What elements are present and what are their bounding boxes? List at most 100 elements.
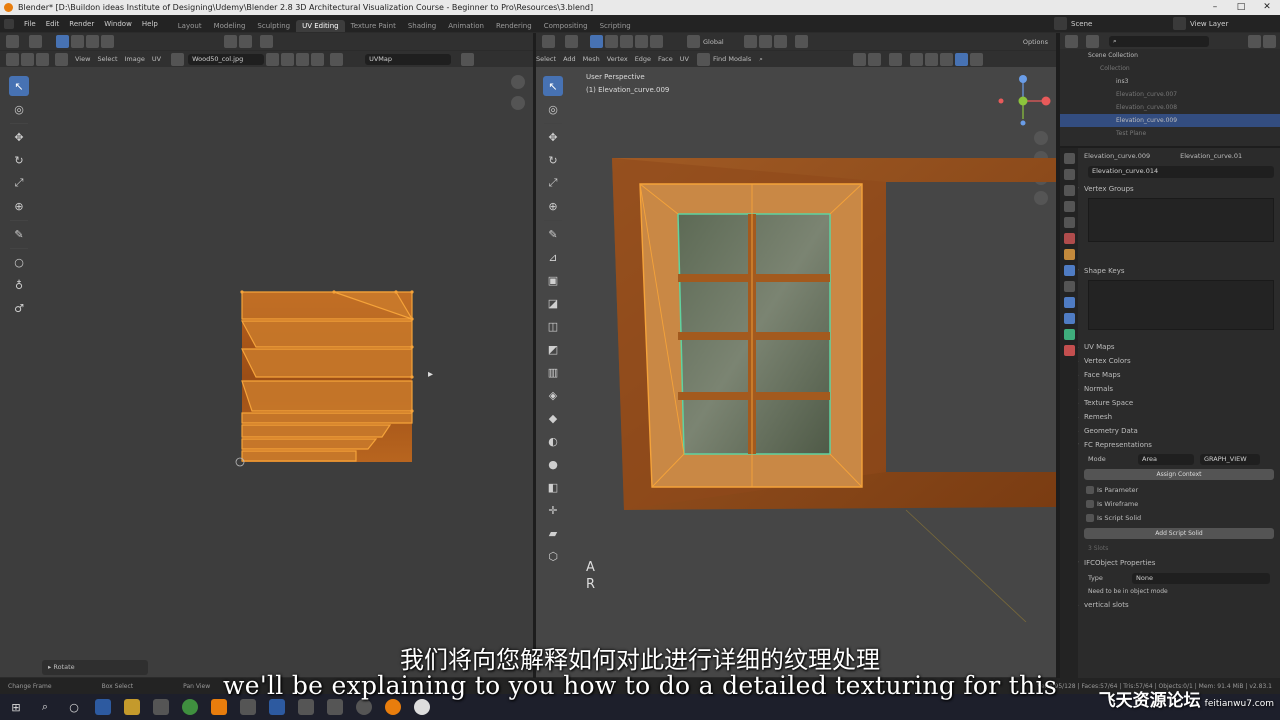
taskbar-app-icon-7[interactable] — [327, 699, 343, 715]
navigation-gizmo[interactable] — [991, 73, 1051, 133]
panel-vertex-groups[interactable]: Vertex Groups — [1060, 182, 1280, 196]
outliner-filter-icon[interactable] — [1248, 34, 1261, 48]
is-parameter-checkbox[interactable]: Is Parameter — [1060, 483, 1280, 497]
tab-uv-editing[interactable]: UV Editing — [296, 20, 345, 32]
menu-file[interactable]: File — [24, 20, 36, 28]
tab-tool-icon[interactable] — [1063, 153, 1075, 164]
vp-tool-smooth[interactable]: ● — [543, 454, 563, 474]
vp-tool-move[interactable]: ✥ — [543, 127, 563, 147]
vp-tool-measure[interactable]: ⊿ — [543, 247, 563, 267]
panel-fc-representations[interactable]: FC Representations — [1060, 438, 1280, 452]
menu-window[interactable]: Window — [104, 20, 132, 28]
tab-output-icon[interactable] — [1063, 185, 1075, 196]
vp-menu-uv[interactable]: UV — [680, 55, 689, 63]
uv-tool-scale[interactable]: ⤢ — [9, 173, 29, 193]
blender-taskbar-icon[interactable] — [385, 699, 401, 715]
windows-start-icon[interactable]: ⊞ — [8, 699, 24, 715]
image-open-icon[interactable] — [296, 52, 310, 66]
uv-tool-transform[interactable]: ⊕ — [9, 196, 29, 216]
panel-vertex-colors[interactable]: Vertex Colors — [1060, 354, 1280, 368]
tab-particles-icon[interactable] — [1063, 281, 1075, 292]
uv-zoom-icon[interactable] — [511, 75, 525, 89]
uv-tool-relax[interactable]: ♁ — [9, 275, 29, 295]
vp-menu-mesh[interactable]: Mesh — [583, 55, 600, 63]
vp-tool-spin[interactable]: ◐ — [543, 431, 563, 451]
tab-modeling[interactable]: Modeling — [208, 20, 252, 32]
tab-texture-paint[interactable]: Texture Paint — [345, 20, 402, 32]
outliner-row[interactable]: ins3 — [1060, 75, 1280, 88]
viewport-canvas[interactable]: ↖ ◎ ✥ ↻ ⤢ ⊕ ✎ ⊿ ▣ ◪ ◫ ◩ ▥ ◈ ◆ ◐ ● ◧ ✛ ▰ … — [536, 67, 1056, 677]
uv-select-mode-icon[interactable] — [36, 52, 49, 66]
panel-texture-space[interactable]: Texture Space — [1060, 396, 1280, 410]
find-modals-button[interactable]: Find Modals — [713, 55, 751, 63]
select-new-icon[interactable] — [590, 35, 603, 48]
vp-tool-edge-slide[interactable]: ◧ — [543, 477, 563, 497]
uv-islands-graphic[interactable] — [230, 285, 420, 470]
properties-object-name[interactable]: Elevation_curve.009 — [1084, 152, 1150, 160]
vp-tool-knife[interactable]: ◈ — [543, 385, 563, 405]
taskbar-app-icon-1[interactable] — [95, 699, 111, 715]
close-button[interactable]: ✕ — [1254, 0, 1280, 15]
tab-view-layer-icon[interactable] — [1063, 201, 1075, 212]
vp-tool-shrink[interactable]: ✛ — [543, 500, 563, 520]
maximize-button[interactable]: □ — [1228, 0, 1254, 15]
tab-render-icon[interactable] — [1063, 169, 1075, 180]
viewport-visibility-icon[interactable] — [852, 52, 866, 66]
uv-sticky-icon[interactable] — [55, 52, 68, 66]
viewport-editor-type-icon[interactable] — [542, 35, 555, 48]
image-name-field[interactable]: Wood50_col.jpg — [188, 53, 265, 65]
tab-data-icon[interactable] — [1063, 329, 1075, 340]
uv-face-mode-icon[interactable] — [86, 35, 99, 48]
viewport-gizmo-icon[interactable] — [867, 52, 881, 66]
tab-physics-icon[interactable] — [1063, 297, 1075, 308]
assign-context-button[interactable]: Assign Context — [1084, 469, 1274, 480]
image-unlink-icon[interactable] — [311, 52, 325, 66]
tab-sculpting[interactable]: Sculpting — [251, 20, 296, 32]
vertex-groups-list[interactable] — [1088, 198, 1274, 242]
properties-object-name-right[interactable]: Elevation_curve.01 — [1180, 152, 1242, 160]
xray-icon[interactable] — [909, 52, 923, 66]
is-wireframe-checkbox[interactable]: Is Wireframe — [1060, 497, 1280, 511]
vp-tool-rip[interactable]: ⬡ — [543, 546, 563, 566]
taskbar-app-icon-5[interactable] — [269, 699, 285, 715]
tab-modifier-icon[interactable] — [1063, 265, 1075, 276]
uv-tool-rotate[interactable]: ↻ — [9, 150, 29, 170]
editor-type-icon[interactable] — [6, 35, 19, 48]
vp-menu-vertex[interactable]: Vertex — [607, 55, 628, 63]
tab-compositing[interactable]: Compositing — [538, 20, 594, 32]
menu-edit[interactable]: Edit — [46, 20, 60, 28]
vp-tool-bevel[interactable]: ◩ — [543, 339, 563, 359]
uv-editor-canvas[interactable]: ↖ ◎ ✥ ↻ ⤢ ⊕ ✎ ○ ♁ ♂ ▸ ▸ Rotate — [0, 67, 533, 677]
orientation-dropdown[interactable]: Global — [703, 38, 724, 46]
file-explorer-icon[interactable] — [124, 699, 140, 715]
vp-tool-inset[interactable]: ◫ — [543, 316, 563, 336]
tab-constraints-icon[interactable] — [1063, 313, 1075, 324]
select-invert-icon[interactable] — [635, 35, 648, 48]
vp-tool-extrude[interactable]: ◪ — [543, 293, 563, 313]
taskbar-app-icon-6[interactable] — [298, 699, 314, 715]
vp-tool-rotate[interactable]: ↻ — [543, 150, 563, 170]
panel-vertical-slots[interactable]: vertical slots — [1060, 598, 1280, 612]
vp-menu-face[interactable]: Face — [658, 55, 673, 63]
tab-material-icon[interactable] — [1063, 345, 1075, 356]
task-view-icon[interactable]: ○ — [66, 699, 82, 715]
uv-sync-icon[interactable] — [21, 52, 34, 66]
outliner-row[interactable]: Collection — [1060, 62, 1280, 75]
tab-scene-icon[interactable] — [1063, 217, 1075, 228]
taskbar-app-icon-3[interactable] — [211, 699, 227, 715]
uv-tool-move[interactable]: ✥ — [9, 127, 29, 147]
select-mode-icon[interactable] — [29, 35, 42, 48]
scene-selector[interactable]: Scene — [1071, 20, 1171, 28]
is-script-solid-checkbox[interactable]: Is Script Solid — [1060, 511, 1280, 525]
uv-tool-cursor[interactable]: ◎ — [9, 99, 29, 119]
viewport-pivot-icon[interactable] — [743, 35, 757, 48]
options-dropdown[interactable]: Options — [1023, 38, 1048, 46]
taskbar-app-icon-4[interactable] — [240, 699, 256, 715]
shading-wire-icon[interactable] — [924, 52, 938, 66]
viewport-search-icon[interactable]: ⌕ — [759, 55, 763, 64]
menu-help[interactable]: Help — [142, 20, 158, 28]
panel-normals[interactable]: Normals — [1060, 382, 1280, 396]
outliner-row-selected[interactable]: Elevation_curve.009 — [1060, 114, 1280, 127]
vp-tool-add-cube[interactable]: ▣ — [543, 270, 563, 290]
vp-tool-select-box[interactable]: ↖ — [543, 76, 563, 96]
